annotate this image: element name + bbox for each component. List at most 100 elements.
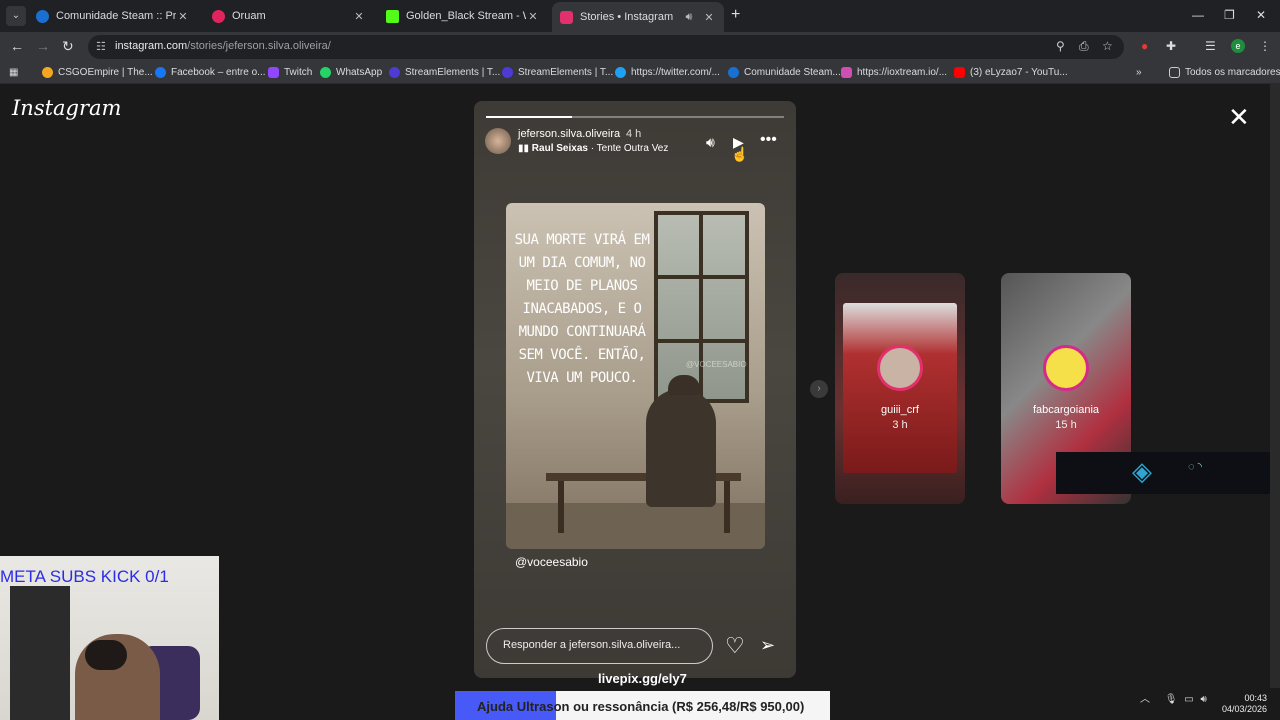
profile-avatar[interactable]: e: [1231, 39, 1245, 53]
close-window-icon[interactable]: ✕: [1256, 8, 1266, 22]
more-bookmarks-icon[interactable]: »: [1136, 67, 1142, 78]
microphone-icon[interactable]: 🎙︎: [1165, 694, 1178, 705]
tab-oruam[interactable]: Oruam ✕: [204, 4, 374, 28]
loading-icon: ◌ ◝: [1188, 461, 1202, 473]
music-bars-icon: ▮▮: [518, 143, 532, 154]
more-options-icon[interactable]: •••: [760, 131, 777, 149]
hat-illustration: [668, 375, 700, 395]
quote-line: UM DIA COMUM, NO: [518, 255, 646, 271]
bookmark-twitch[interactable]: Twitch: [268, 67, 312, 78]
door-illustration: [10, 586, 70, 720]
quote-line: MUNDO CONTINUARÁ: [518, 324, 646, 340]
tab-golden-black[interactable]: Golden_Black Stream - Watch L ✕: [378, 4, 548, 28]
clock-time: 00:43: [1244, 693, 1268, 703]
story-card[interactable]: jeferson.silva.oliveira 4 h ▮▮ Raul Seix…: [474, 101, 796, 678]
bookmark-streamelements-1[interactable]: StreamElements | T...: [389, 67, 500, 78]
page-scrollbar[interactable]: [1270, 84, 1280, 688]
story-preview-guiii[interactable]: guiii_crf 3 h: [835, 273, 965, 504]
story-mention[interactable]: @voceesabio: [515, 555, 588, 569]
heart-icon[interactable]: ♡: [725, 633, 745, 659]
bookmark-whatsapp[interactable]: WhatsApp: [320, 67, 382, 78]
new-tab-icon[interactable]: +: [731, 6, 740, 24]
tab-title: Golden_Black Stream - Watch L: [406, 10, 526, 22]
minimize-icon[interactable]: —: [1192, 8, 1204, 22]
address-bar[interactable]: ☷ instagram.com/stories/jeferson.silva.o…: [88, 35, 1124, 59]
tray-chevron-icon[interactable]: ︿: [1140, 694, 1150, 705]
reload-icon[interactable]: ↻: [62, 38, 74, 55]
extension-red-icon[interactable]: ●: [1141, 39, 1148, 53]
tab-instagram-stories[interactable]: Stories • Instagram 🔊︎ ✕: [552, 2, 724, 32]
facebook-icon: [155, 67, 166, 78]
close-tab-icon[interactable]: ✕: [352, 10, 366, 23]
story-progress-fill: [486, 116, 573, 118]
preview-name: guiii_crf: [881, 404, 919, 416]
tab-title: Comunidade Steam :: Proposta: [56, 10, 176, 22]
quote-line: INACABADOS, E O: [522, 301, 642, 317]
extensions-puzzle-icon[interactable]: ✚: [1166, 39, 1176, 53]
window-illustration: [654, 211, 749, 403]
bookmark-ioxtream[interactable]: https://ioxtream.io/...: [841, 67, 947, 78]
media-control-icon[interactable]: ☰: [1205, 39, 1216, 53]
tab-strip: ⌄ Comunidade Steam :: Proposta ✕ Oruam ✕…: [0, 0, 1280, 32]
send-icon[interactable]: ➢: [760, 635, 775, 656]
oruam-favicon-icon: [212, 9, 225, 23]
story-username[interactable]: jeferson.silva.oliveira: [518, 128, 620, 140]
close-tab-icon[interactable]: ✕: [176, 10, 190, 23]
tab-steam[interactable]: Comunidade Steam :: Proposta ✕: [28, 4, 198, 28]
youtube-icon: [954, 67, 965, 78]
story-music[interactable]: ▮▮ Raul Seixas · Tente Outra Vez: [518, 143, 668, 154]
donation-goal-bar: Ajuda Ultrason ou ressonância (R$ 256,48…: [455, 691, 830, 720]
bookmark-youtube[interactable]: (3) eLyzao7 - YouTu...: [954, 67, 1068, 78]
bookmark-twitter[interactable]: https://twitter.com/...: [615, 67, 720, 78]
all-bookmarks[interactable]: Todos os marcadores: [1169, 67, 1280, 78]
bookmark-csgoempire[interactable]: CSGOEmpire | The...: [42, 67, 153, 78]
instagram-logo[interactable]: Instagram: [12, 96, 121, 120]
volume-icon[interactable]: 🔊︎: [706, 134, 715, 151]
quote-line: VIVA UM POUCO.: [526, 370, 638, 386]
livepix-link: livepix.gg/ely7: [598, 671, 687, 686]
streamelements-icon: [502, 67, 513, 78]
story-quote: SUA MORTE VIRÁ EM UM DIA COMUM, NO MEIO …: [510, 229, 654, 390]
story-image: SUA MORTE VIRÁ EM UM DIA COMUM, NO MEIO …: [506, 203, 765, 549]
close-stories-icon[interactable]: ✕: [1228, 104, 1250, 130]
bench-leg: [558, 481, 564, 533]
story-time: 4 h: [626, 128, 642, 140]
tab-audio-icon[interactable]: 🔊︎: [682, 11, 696, 24]
preview-name: fabcargoiania: [1032, 404, 1100, 416]
bookmark-star-icon[interactable]: ☆: [1102, 39, 1113, 53]
tab-title: Stories • Instagram: [580, 11, 674, 23]
music-artist: Raul Seixas: [531, 143, 588, 154]
monitor-icon[interactable]: ▭: [1184, 694, 1193, 705]
tab-search-chevron-icon[interactable]: ⌄: [6, 6, 26, 26]
restore-icon[interactable]: ❐: [1224, 8, 1235, 22]
apps-grid-icon[interactable]: ▦: [9, 67, 18, 78]
close-tab-icon[interactable]: ✕: [526, 10, 540, 23]
system-clock[interactable]: 00:43 04/03/2026: [1222, 693, 1267, 715]
back-icon[interactable]: ←: [10, 38, 24, 54]
close-tab-icon[interactable]: ✕: [702, 11, 716, 24]
bookmark-facebook[interactable]: Facebook – entre o...: [155, 67, 266, 78]
browser-toolbar: ← → ↻ ☷ instagram.com/stories/jeferson.s…: [0, 32, 1280, 62]
zoom-icon[interactable]: ⚲: [1056, 39, 1065, 53]
bookmark-steam[interactable]: Comunidade Steam...: [728, 67, 841, 78]
next-story-icon[interactable]: ›: [810, 380, 828, 398]
install-app-icon[interactable]: ⎙: [1079, 39, 1089, 54]
speaker-icon[interactable]: 🔊︎: [1201, 694, 1207, 705]
preview-time: 15 h: [1055, 419, 1077, 431]
system-tray: ︿ 🎙︎ ▭ 🔊︎: [1140, 690, 1207, 705]
twitter-icon: [615, 67, 626, 78]
kick-subs-counter: META SUBS KICK 0/1: [0, 567, 169, 586]
mouse-cursor-icon: ☝: [731, 146, 749, 162]
story-author-avatar[interactable]: [485, 128, 511, 154]
bookmark-streamelements-2[interactable]: StreamElements | T...: [502, 67, 613, 78]
mascot-icon: ◈: [1132, 456, 1152, 486]
menu-kebab-icon[interactable]: ⋮: [1259, 39, 1271, 53]
music-song: · Tente Outra Vez: [587, 143, 669, 154]
csgoempire-icon: [42, 67, 53, 78]
reply-input[interactable]: Responder a jeferson.silva.oliveira...: [486, 628, 713, 664]
site-info-icon[interactable]: ☷: [96, 40, 106, 53]
ioxtream-icon: [841, 67, 852, 78]
forward-icon[interactable]: →: [36, 38, 50, 54]
url-text[interactable]: instagram.com/stories/jeferson.silva.oli…: [115, 40, 331, 52]
preview-avatar: [877, 345, 923, 391]
